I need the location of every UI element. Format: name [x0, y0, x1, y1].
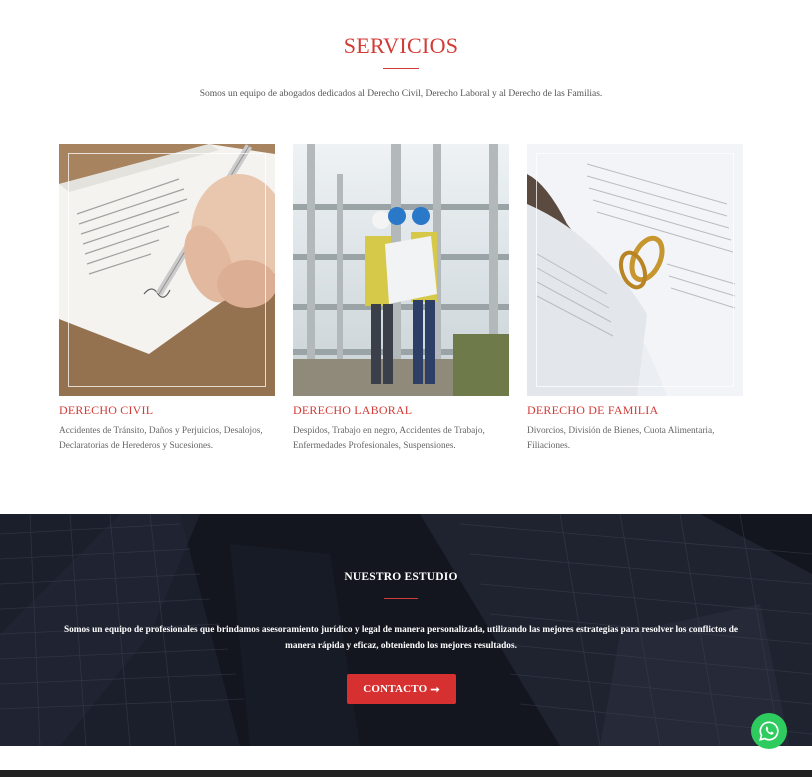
arrow-right-icon: ➞	[430, 683, 440, 696]
service-title[interactable]: DERECHO LABORAL	[293, 403, 509, 418]
service-title[interactable]: DERECHO CIVIL	[59, 403, 275, 418]
service-description: Accidentes de Tránsito, Daños y Perjuici…	[59, 426, 263, 451]
service-description: Divorcios, División de Bienes, Cuota Ali…	[527, 426, 715, 451]
service-card-familia[interactable]: DERECHO DE FAMILIA Divorcios, División d…	[527, 144, 743, 454]
service-title[interactable]: DERECHO DE FAMILIA	[527, 403, 743, 418]
service-card-laboral[interactable]: DERECHO LABORAL Despidos, Trabajo en neg…	[293, 144, 509, 454]
services-title-divider	[383, 68, 419, 69]
services-section: SERVICIOS Somos un equipo de abogados de…	[0, 0, 812, 514]
labor-law-image[interactable]	[293, 144, 509, 396]
estudio-text: Somos un equipo de profesionales que bri…	[63, 625, 739, 651]
estudio-section: NUESTRO ESTUDIO Somos un equipo de profe…	[0, 514, 812, 746]
page-footer-bar	[0, 770, 812, 777]
civil-law-image[interactable]	[59, 144, 275, 396]
whatsapp-button[interactable]	[751, 713, 787, 749]
services-title: SERVICIOS	[343, 33, 459, 58]
service-description: Despidos, Trabajo en negro, Accidentes d…	[293, 426, 485, 451]
estudio-title: NUESTRO ESTUDIO	[344, 571, 458, 583]
services-subtitle: Somos un equipo de abogados dedicados al…	[199, 89, 603, 99]
estudio-title-divider	[384, 598, 418, 599]
whatsapp-icon	[759, 721, 779, 741]
contact-button[interactable]: CONTACTO ➞	[347, 674, 456, 704]
family-law-image[interactable]	[527, 144, 743, 396]
contact-button-label: CONTACTO	[363, 683, 428, 695]
service-card-civil[interactable]: DERECHO CIVIL Accidentes de Tránsito, Da…	[59, 144, 275, 454]
